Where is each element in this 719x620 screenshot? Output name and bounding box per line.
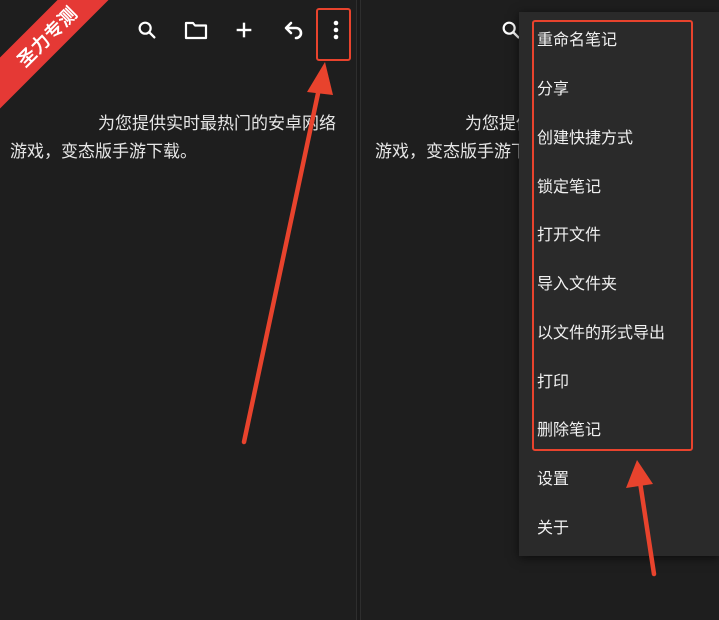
badge-label: 圣力专测 xyxy=(13,2,83,72)
note-body-line-2-right[interactable]: 游戏，变态版手游下 xyxy=(375,138,528,166)
note-body-line-2[interactable]: 游戏，变态版手游下载。 xyxy=(10,138,197,166)
menu-item-import[interactable]: 导入文件夹 xyxy=(519,258,719,306)
menu-item-print[interactable]: 打印 xyxy=(519,356,719,404)
screenshot-stage: 圣力专测 为您提供实时最热门的安卓网络 游戏，变态版手游下载。 为您提供 游戏，… xyxy=(0,0,719,620)
overflow-menu: 重命名笔记 分享 创建快捷方式 锁定笔记 打开文件 导入文件夹 以文件的形式导出… xyxy=(519,12,719,556)
menu-item-delete[interactable]: 删除笔记 xyxy=(519,404,719,452)
left-screen: 圣力专测 为您提供实时最热门的安卓网络 游戏，变态版手游下载。 xyxy=(0,0,356,620)
menu-item-open[interactable]: 打开文件 xyxy=(519,209,719,257)
search-icon xyxy=(138,21,156,39)
search-button[interactable] xyxy=(133,16,161,44)
more-options-button[interactable] xyxy=(322,16,350,44)
watermark-badge: 圣力专测 xyxy=(0,0,120,109)
undo-icon xyxy=(284,21,303,40)
menu-item-lock[interactable]: 锁定笔记 xyxy=(519,161,719,209)
note-body-line-1[interactable]: 为您提供实时最热门的安卓网络 xyxy=(98,110,336,138)
add-note-button[interactable] xyxy=(230,16,258,44)
menu-item-settings[interactable]: 设置 xyxy=(519,453,719,501)
more-vert-icon xyxy=(333,20,339,40)
menu-item-share[interactable]: 分享 xyxy=(519,63,719,111)
menu-item-export[interactable]: 以文件的形式导出 xyxy=(519,307,719,355)
folder-icon xyxy=(184,21,208,40)
menu-item-shortcut[interactable]: 创建快捷方式 xyxy=(519,112,719,160)
menu-item-about[interactable]: 关于 xyxy=(519,502,719,550)
folder-button[interactable] xyxy=(182,16,210,44)
menu-item-rename[interactable]: 重命名笔记 xyxy=(519,14,719,62)
undo-button[interactable] xyxy=(279,16,307,44)
add-icon xyxy=(236,22,252,38)
